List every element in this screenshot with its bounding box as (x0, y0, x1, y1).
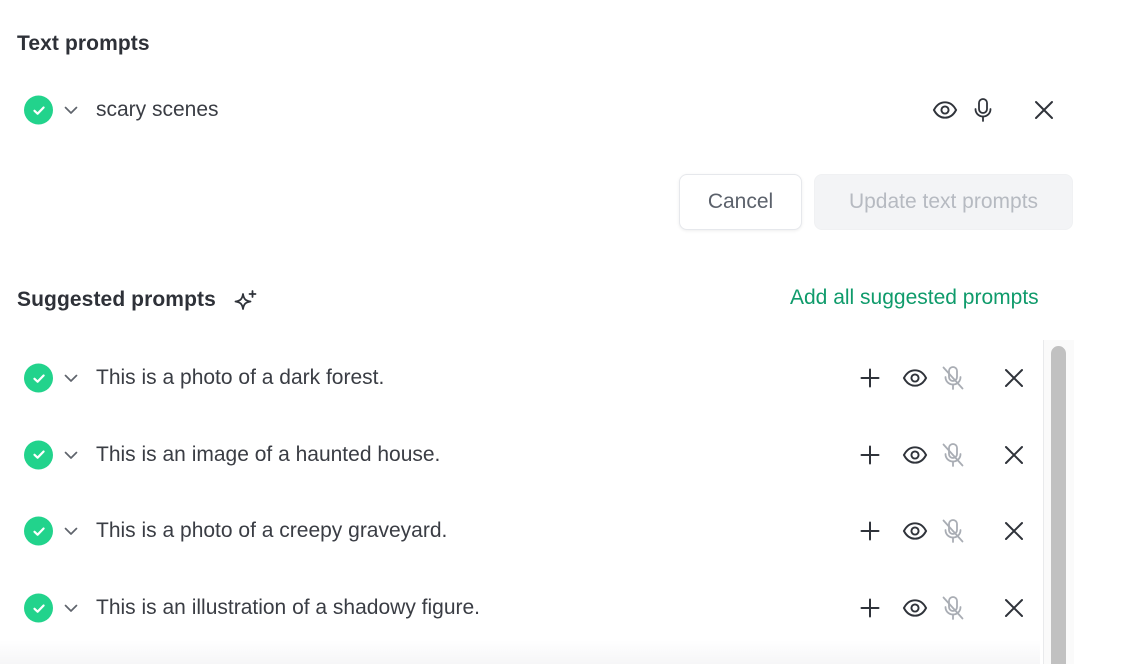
suggested-prompt-row: This is an image of a haunted house. (0, 433, 1070, 477)
suggested-prompts-title: Suggested prompts (17, 288, 216, 312)
check-circle-icon[interactable] (24, 593, 53, 623)
text-prompt-row: scary scenes (0, 88, 1070, 132)
chevron-down-icon[interactable] (63, 447, 79, 463)
cancel-button[interactable]: Cancel (679, 174, 802, 230)
close-icon[interactable] (1001, 595, 1027, 621)
suggested-prompt-row: This is an illustration of a shadowy fig… (0, 586, 1070, 630)
suggested-prompt-label: This is an illustration of a shadowy fig… (96, 596, 481, 620)
suggested-prompt-row: This is a photo of a dark forest. (0, 356, 1070, 400)
suggested-prompt-label: This is a photo of a dark forest. (96, 366, 385, 389)
plus-icon[interactable] (857, 595, 883, 621)
update-text-prompts-button[interactable]: Update text prompts (814, 174, 1073, 230)
microphone-icon[interactable] (970, 96, 996, 124)
plus-icon[interactable] (857, 365, 883, 391)
add-all-suggested-link[interactable]: Add all suggested prompts (790, 286, 1039, 310)
eye-icon[interactable] (931, 96, 959, 124)
eye-icon[interactable] (901, 364, 929, 392)
microphone-off-icon[interactable] (940, 364, 966, 392)
eye-icon[interactable] (901, 441, 929, 469)
text-prompt-label: scary scenes (96, 98, 219, 121)
close-icon[interactable] (1001, 365, 1027, 391)
sparkles-icon (233, 289, 259, 315)
plus-icon[interactable] (857, 442, 883, 468)
plus-icon[interactable] (857, 518, 883, 544)
suggested-prompt-label: This is a photo of a creepy graveyard. (96, 519, 448, 543)
suggested-prompt-row: This is a photo of a creepy graveyard. (0, 509, 1070, 553)
close-icon[interactable] (1001, 518, 1027, 544)
text-prompts-title: Text prompts (17, 32, 150, 55)
close-icon[interactable] (1031, 97, 1057, 123)
close-icon[interactable] (1001, 442, 1027, 468)
check-circle-icon[interactable] (24, 363, 53, 393)
suggested-prompt-label: This is an image of a haunted house. (96, 442, 441, 466)
microphone-off-icon[interactable] (940, 441, 966, 469)
suggested-prompts-label: Suggested prompts (17, 288, 216, 311)
chevron-down-icon[interactable] (63, 600, 79, 616)
check-circle-icon[interactable] (24, 516, 53, 546)
check-circle-icon[interactable] (24, 440, 53, 470)
chevron-down-icon[interactable] (63, 370, 79, 386)
eye-icon[interactable] (901, 517, 929, 545)
scrollbar-thumb[interactable] (1051, 346, 1066, 664)
microphone-off-icon[interactable] (940, 594, 966, 622)
check-circle-icon[interactable] (24, 95, 53, 125)
list-fade (0, 640, 1040, 664)
eye-icon[interactable] (901, 594, 929, 622)
chevron-down-icon[interactable] (63, 523, 79, 539)
microphone-off-icon[interactable] (940, 517, 966, 545)
chevron-down-icon[interactable] (63, 102, 79, 118)
